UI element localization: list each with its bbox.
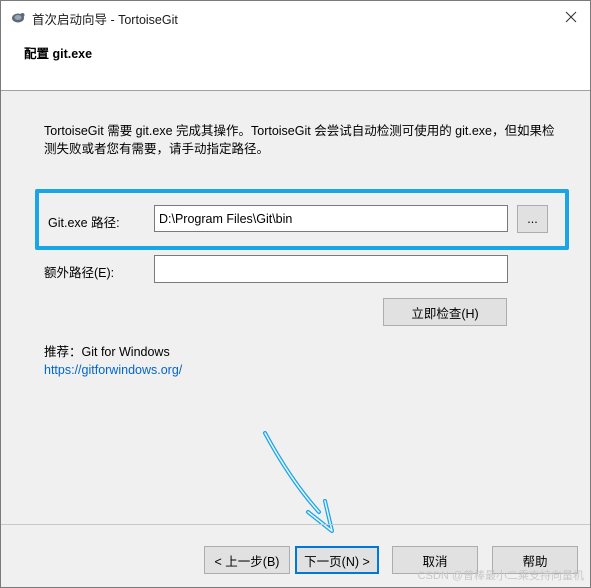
gitexe-path-input[interactable] bbox=[154, 205, 508, 232]
gitexe-path-label: Git.exe 路径: bbox=[48, 216, 120, 230]
footer-separator bbox=[1, 524, 590, 525]
wizard-window: 首次启动向导 - TortoiseGit 配置 git.exe Tortoise… bbox=[0, 0, 591, 588]
extra-path-label: 额外路径(E): bbox=[44, 266, 115, 280]
browse-button[interactable]: ... bbox=[517, 205, 548, 233]
wizard-header: 配置 git.exe bbox=[1, 32, 590, 91]
annotation-arrow-icon bbox=[263, 431, 334, 533]
back-button[interactable]: < 上一步(B) bbox=[204, 546, 290, 574]
next-button[interactable]: 下一页(N) > bbox=[295, 546, 379, 574]
tortoise-app-icon bbox=[10, 9, 26, 25]
close-button[interactable] bbox=[552, 1, 590, 32]
title-bar: 首次启动向导 - TortoiseGit bbox=[1, 1, 590, 32]
extra-path-input[interactable] bbox=[154, 255, 508, 283]
page-title: 配置 git.exe bbox=[24, 47, 93, 61]
recommend-label: 推荐：Git for Windows bbox=[44, 345, 170, 359]
close-icon bbox=[565, 11, 577, 22]
window-title: 首次启动向导 - TortoiseGit bbox=[32, 13, 178, 27]
watermark: CSDN @曾棒最小二乘支持向量机 bbox=[417, 570, 584, 582]
description-text: TortoiseGit 需要 git.exe 完成其操作。TortoiseGit… bbox=[44, 124, 555, 156]
check-now-button[interactable]: 立即检查(H) bbox=[383, 298, 507, 326]
gitforwindows-link[interactable]: https://gitforwindows.org/ bbox=[44, 363, 182, 377]
